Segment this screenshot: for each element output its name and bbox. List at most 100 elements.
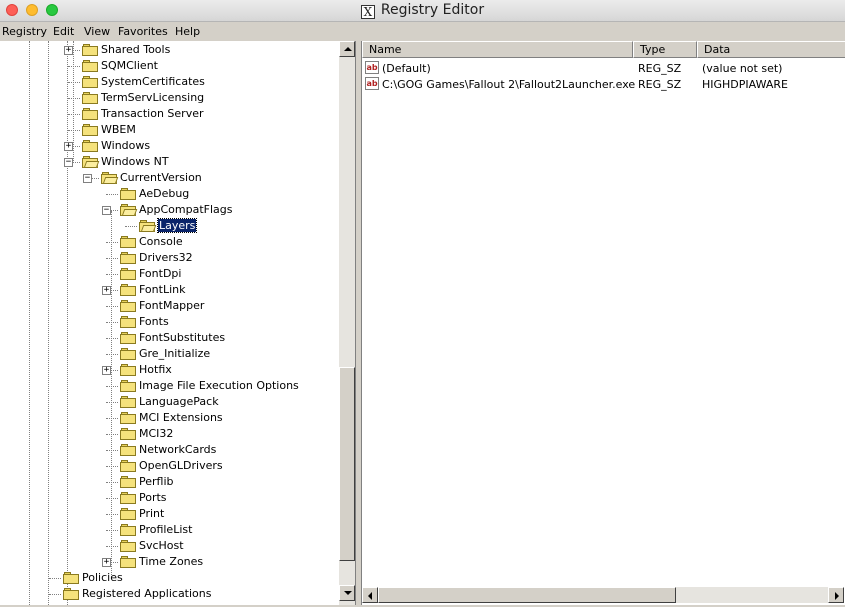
- tree-scroll-thumb[interactable]: [339, 367, 355, 561]
- tree-node[interactable]: FontSubstitutes: [0, 330, 338, 346]
- scroll-left-button[interactable]: [362, 587, 378, 603]
- tree-node-label[interactable]: Time Zones: [139, 555, 203, 568]
- tree-node[interactable]: OpenGLDrivers: [0, 458, 338, 474]
- value-row[interactable]: ab (Default) REG_SZ (value not set): [362, 60, 832, 76]
- expand-icon[interactable]: +: [102, 558, 111, 567]
- tree-node[interactable]: + Shared Tools: [0, 42, 338, 58]
- value-row[interactable]: ab C:\GOG Games\Fallout 2\Fallout2Launch…: [362, 76, 832, 92]
- tree-node-label[interactable]: Print: [139, 507, 164, 520]
- list-horizontal-scrollbar[interactable]: [362, 587, 844, 603]
- expand-icon[interactable]: +: [64, 142, 73, 151]
- tree-node[interactable]: + Hotfix: [0, 362, 338, 378]
- menu-registry[interactable]: Registry: [2, 25, 47, 38]
- tree-node[interactable]: Transaction Server: [0, 106, 338, 122]
- column-header-data[interactable]: Data: [697, 41, 845, 58]
- tree-node-label[interactable]: Hotfix: [139, 363, 172, 376]
- tree-node[interactable]: − CurrentVersion: [0, 170, 338, 186]
- tree-node[interactable]: Fonts: [0, 314, 338, 330]
- tree-node[interactable]: MCI32: [0, 426, 338, 442]
- tree-node-label[interactable]: Gre_Initialize: [139, 347, 210, 360]
- menu-favorites[interactable]: Favorites: [118, 25, 168, 38]
- tree-node-label[interactable]: MCI Extensions: [139, 411, 223, 424]
- tree-node-label[interactable]: MCI32: [139, 427, 173, 440]
- tree-node-label[interactable]: Console: [139, 235, 183, 248]
- tree-node[interactable]: WBEM: [0, 122, 338, 138]
- menu-edit[interactable]: Edit: [53, 25, 74, 38]
- tree-connector: [106, 482, 118, 483]
- tree-node-label[interactable]: AeDebug: [139, 187, 189, 200]
- tree-node-label[interactable]: CurrentVersion: [120, 171, 202, 184]
- collapse-icon[interactable]: −: [102, 206, 111, 215]
- tree-node-label[interactable]: FontLink: [139, 283, 185, 296]
- tree-node-label[interactable]: Ports: [139, 491, 167, 504]
- tree-node-label[interactable]: Policies: [82, 571, 123, 584]
- values-list-pane[interactable]: Name Type Data ab (Default) REG_SZ (valu…: [361, 41, 845, 605]
- key-tree-pane[interactable]: + Shared Tools SQMClient SystemCertificates…: [0, 41, 356, 605]
- tree-node-label[interactable]: SystemCertificates: [101, 75, 205, 88]
- tree-node-label[interactable]: SvcHost: [139, 539, 184, 552]
- menu-help[interactable]: Help: [175, 25, 200, 38]
- tree-node-label[interactable]: Perflib: [139, 475, 174, 488]
- tree-node[interactable]: SystemCertificates: [0, 74, 338, 90]
- expand-icon[interactable]: +: [102, 286, 111, 295]
- tree-node[interactable]: Gre_Initialize: [0, 346, 338, 362]
- tree-node[interactable]: Image File Execution Options: [0, 378, 338, 394]
- list-scroll-thumb[interactable]: [378, 587, 676, 603]
- tree-node[interactable]: LanguagePack: [0, 394, 338, 410]
- tree-node-label[interactable]: NetworkCards: [139, 443, 216, 456]
- tree-node-label[interactable]: Windows: [101, 139, 150, 152]
- tree-node[interactable]: MCI Extensions: [0, 410, 338, 426]
- tree-node[interactable]: ProfileList: [0, 522, 338, 538]
- tree-node[interactable]: + FontLink: [0, 282, 338, 298]
- expand-icon[interactable]: +: [64, 46, 73, 55]
- tree-node-label[interactable]: Registered Applications: [82, 587, 212, 600]
- scroll-right-button[interactable]: [828, 587, 844, 603]
- expand-icon[interactable]: +: [102, 366, 111, 375]
- tree-node[interactable]: Registered Applications: [0, 586, 338, 602]
- tree-node[interactable]: SvcHost: [0, 538, 338, 554]
- tree-node-label[interactable]: WBEM: [101, 123, 136, 136]
- tree-node[interactable]: Console: [0, 234, 338, 250]
- tree-connector: [106, 306, 118, 307]
- column-header-type[interactable]: Type: [633, 41, 697, 58]
- collapse-icon[interactable]: −: [83, 174, 92, 183]
- column-header-name[interactable]: Name: [362, 41, 633, 58]
- tree-node-label[interactable]: FontSubstitutes: [139, 331, 225, 344]
- collapse-icon[interactable]: −: [64, 158, 73, 167]
- tree-node-label[interactable]: LanguagePack: [139, 395, 219, 408]
- tree-node[interactable]: Drivers32: [0, 250, 338, 266]
- tree-node-label[interactable]: Fonts: [139, 315, 169, 328]
- tree-node-label[interactable]: Image File Execution Options: [139, 379, 299, 392]
- tree-node[interactable]: − AppCompatFlags: [0, 202, 338, 218]
- tree-node[interactable]: AeDebug: [0, 186, 338, 202]
- tree-vertical-scrollbar[interactable]: [339, 41, 355, 605]
- tree-node[interactable]: NetworkCards: [0, 442, 338, 458]
- tree-node[interactable]: FontMapper: [0, 298, 338, 314]
- tree-node-label[interactable]: TermServLicensing: [101, 91, 204, 104]
- tree-node-label[interactable]: Drivers32: [139, 251, 193, 264]
- tree-node[interactable]: Perflib: [0, 474, 338, 490]
- tree-node[interactable]: + Windows: [0, 138, 338, 154]
- tree-node-label[interactable]: SQMClient: [101, 59, 158, 72]
- tree-node-label[interactable]: AppCompatFlags: [139, 203, 233, 216]
- tree-node-label[interactable]: Windows NT: [101, 155, 169, 168]
- scroll-up-button[interactable]: [339, 41, 355, 57]
- tree-node[interactable]: TermServLicensing: [0, 90, 338, 106]
- tree-node[interactable]: Ports: [0, 490, 338, 506]
- tree-node-label[interactable]: FontDpi: [139, 267, 181, 280]
- tree-node-label[interactable]: Transaction Server: [101, 107, 204, 120]
- tree-node[interactable]: Print: [0, 506, 338, 522]
- tree-node[interactable]: SQMClient: [0, 58, 338, 74]
- scroll-down-button[interactable]: [339, 585, 355, 601]
- tree-node[interactable]: FontDpi: [0, 266, 338, 282]
- tree-node[interactable]: − Windows NT: [0, 154, 338, 170]
- tree-node-label[interactable]: ProfileList: [139, 523, 192, 536]
- tree-node-label[interactable]: OpenGLDrivers: [139, 459, 223, 472]
- tree-node-label-selected[interactable]: Layers: [156, 218, 198, 233]
- tree-node-label[interactable]: FontMapper: [139, 299, 204, 312]
- tree-node[interactable]: Layers: [0, 218, 338, 234]
- tree-node[interactable]: Policies: [0, 570, 338, 586]
- tree-node-label[interactable]: Shared Tools: [101, 43, 170, 56]
- tree-node[interactable]: + Time Zones: [0, 554, 338, 570]
- menu-view[interactable]: View: [84, 25, 110, 38]
